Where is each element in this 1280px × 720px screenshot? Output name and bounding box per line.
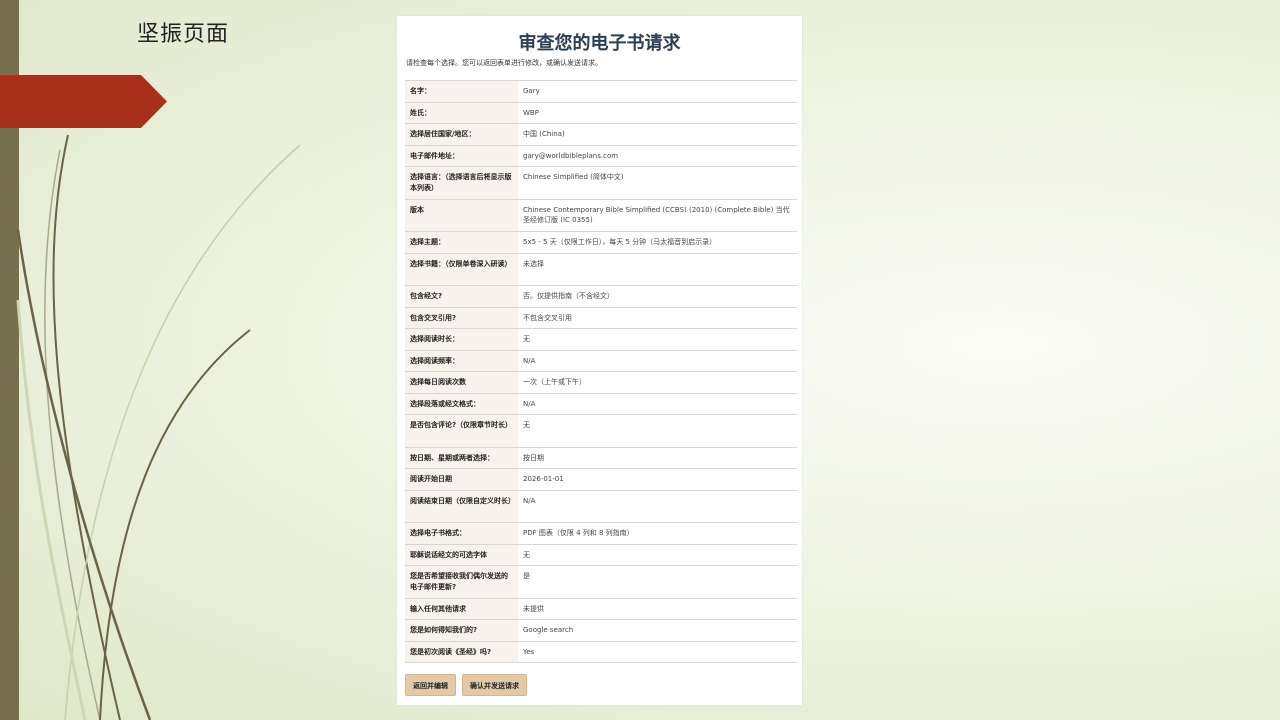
row-value: 无 bbox=[523, 421, 530, 429]
row-label: 选择居住国家/地区： bbox=[405, 124, 518, 145]
slide-title: 坚振页面 bbox=[137, 22, 230, 47]
row-label: 您是否希望接收我们偶尔发送的电子邮件更新? bbox=[405, 566, 518, 598]
table-row: 阅读开始日期 2026-01-01 bbox=[405, 469, 797, 491]
table-row: 选择主题： 5x5 - 5 天（仅限工作日），每天 5 分钟（马太福音到启示录） bbox=[405, 232, 797, 254]
row-label: 电子邮件地址： bbox=[405, 145, 518, 166]
back-edit-button[interactable]: 返回并编辑 bbox=[405, 674, 456, 696]
row-value: 未选择 bbox=[523, 259, 544, 268]
table-row: 您是如何得知我们的? Google search bbox=[405, 620, 797, 642]
table-row: 电子邮件地址： gary@worldbibleplans.com bbox=[405, 145, 797, 167]
review-table: 名字： Gary 姓氏： WBP 选择居住国家/地区： 中国 (China) 电子邮件… bbox=[405, 80, 797, 663]
table-row: 选择每日阅读次数 一次（上午或下午） bbox=[405, 372, 797, 394]
row-label: 阅读结束日期（仅限自定义时长） bbox=[405, 490, 518, 522]
row-label: 选择主题： bbox=[405, 232, 518, 253]
row-label: 选择每日阅读次数 bbox=[405, 372, 518, 393]
table-row: 版本 Chinese Contemporary Bible Simplified … bbox=[405, 199, 797, 232]
row-value: WBP bbox=[523, 108, 539, 117]
row-label: 选择段落或经文格式： bbox=[405, 393, 518, 414]
form-actions: 返回并编辑 确认并发送请求 bbox=[405, 674, 527, 696]
row-label: 耶稣说话经文的可选字体 bbox=[405, 544, 518, 565]
row-value: 5x5 - 5 天（仅限工作日），每天 5 分钟（马太福音到启示录） bbox=[523, 238, 717, 246]
row-label: 输入任何其他请求 bbox=[405, 598, 518, 619]
row-value: 是 bbox=[523, 572, 530, 580]
row-value: N/A bbox=[523, 399, 536, 408]
row-value: Chinese Simplified (简体中文) bbox=[523, 173, 624, 181]
table-row: 选择电子书格式： PDF 图表（仅限 4 列和 8 列指南） bbox=[405, 523, 797, 545]
row-value: PDF 图表（仅限 4 列和 8 列指南） bbox=[523, 529, 634, 537]
row-label: 您是如何得知我们的? bbox=[405, 620, 518, 641]
row-label: 选择阅读频率： bbox=[405, 350, 518, 371]
table-row: 包含交叉引用? 不包含交叉引用 bbox=[405, 307, 797, 329]
row-value: 2026-01-01 bbox=[523, 475, 564, 483]
table-row: 阅读结束日期（仅限自定义时长） N/A bbox=[405, 490, 797, 523]
table-row: 选择阅读时长： 无 bbox=[405, 329, 797, 351]
table-row: 按日期、星期或两者选择： 按日期 bbox=[405, 447, 797, 469]
review-intro: 请检查每个选择。您可以返回表单进行修改，或确认发送请求。 bbox=[406, 59, 602, 67]
row-value: gary@worldbibleplans.com bbox=[523, 151, 619, 160]
row-value: 中国 (China) bbox=[523, 130, 565, 138]
row-label: 是否包含评论?（仅限章节时长） bbox=[405, 415, 518, 447]
row-label: 名字： bbox=[405, 81, 518, 102]
row-label: 选择语言：（选择语言后将显示版本列表） bbox=[405, 167, 518, 199]
row-value: N/A bbox=[523, 496, 536, 505]
row-value: Chinese Contemporary Bible Simplified (C… bbox=[523, 205, 790, 225]
red-arrow-tab bbox=[0, 75, 167, 128]
table-row: 选择段落或经文格式： N/A bbox=[405, 393, 797, 415]
table-row: 选择阅读频率： N/A bbox=[405, 350, 797, 372]
row-label: 版本 bbox=[405, 199, 518, 231]
table-row: 姓氏： WBP bbox=[405, 102, 797, 124]
table-row: 包含经文? 否。仅提供指南（不含经文） bbox=[405, 286, 797, 308]
table-row: 选择语言：（选择语言后将显示版本列表） Chinese Simplified (简… bbox=[405, 167, 797, 200]
row-value: N/A bbox=[523, 356, 536, 365]
row-label: 选择书籍：（仅限单卷深入研读） bbox=[405, 253, 518, 285]
table-row: 输入任何其他请求 未提供 bbox=[405, 598, 797, 620]
review-title: 审查您的电子书请求 bbox=[518, 33, 681, 54]
row-value: 不包含交叉引用 bbox=[523, 313, 572, 322]
row-label: 您是初次阅读《圣经》吗? bbox=[405, 641, 518, 662]
table-row: 耶稣说话经文的可选字体无 bbox=[405, 544, 797, 566]
table-row: 选择居住国家/地区： 中国 (China) bbox=[405, 124, 797, 146]
row-label: 选择阅读时长： bbox=[405, 329, 518, 350]
row-label: 包含交叉引用? bbox=[405, 307, 518, 328]
table-row: 您是否希望接收我们偶尔发送的电子邮件更新? 是 bbox=[405, 566, 797, 599]
review-panel: 审查您的电子书请求 请检查每个选择。您可以返回表单进行修改，或确认发送请求。 名… bbox=[397, 16, 802, 705]
table-row: 是否包含评论?（仅限章节时长） 无 bbox=[405, 415, 797, 448]
row-label: 阅读开始日期 bbox=[405, 469, 518, 490]
table-row: 您是初次阅读《圣经》吗? Yes bbox=[405, 641, 797, 663]
row-value: Gary bbox=[523, 87, 540, 95]
confirm-send-button[interactable]: 确认并发送请求 bbox=[462, 674, 527, 696]
row-label: 包含经文? bbox=[405, 286, 518, 307]
row-label: 姓氏： bbox=[405, 102, 518, 123]
row-value: Yes bbox=[523, 647, 535, 656]
row-value: 一次（上午或下午） bbox=[523, 378, 586, 386]
row-value: 无 bbox=[523, 550, 530, 559]
row-value: 无 bbox=[523, 335, 530, 343]
row-value: 按日期 bbox=[523, 453, 544, 462]
row-value: 未提供 bbox=[523, 604, 544, 613]
table-row: 名字： Gary bbox=[405, 81, 797, 103]
row-label: 按日期、星期或两者选择： bbox=[405, 447, 518, 468]
row-value: 否。仅提供指南（不含经文） bbox=[523, 292, 614, 300]
row-label: 选择电子书格式： bbox=[405, 523, 518, 544]
table-row: 选择书籍：（仅限单卷深入研读） 未选择 bbox=[405, 253, 797, 286]
row-value: Google search bbox=[523, 626, 574, 634]
